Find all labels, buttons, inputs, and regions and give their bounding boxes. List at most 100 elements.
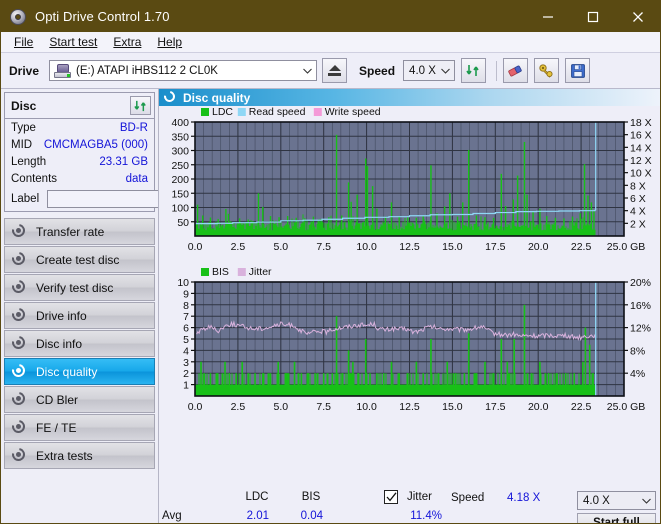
toolbar: Drive (E:) ATAPI iHBS112 2 CL0K Speed 4.… (1, 53, 660, 89)
disc-row-contents-key: Contents (11, 172, 58, 185)
svg-text:Jitter: Jitter (407, 491, 432, 503)
svg-text:2.01: 2.01 (247, 510, 269, 522)
svg-text:BIS: BIS (212, 266, 229, 278)
bis-chart: 1 2 3 4 5 6 7 8 9 10 4% 8% 12% 16% 20% 0.0 2.5 5.0 7.5 10.0… (159, 266, 660, 426)
svg-text:4.18 X: 4.18 X (507, 492, 541, 504)
title-bar: Opti Drive Control 1.70 (1, 1, 660, 32)
svg-text:10.0: 10.0 (356, 401, 377, 413)
sidebar-item-extra-tests[interactable]: Extra tests (4, 442, 155, 469)
svg-text:7.5: 7.5 (316, 241, 331, 253)
start-full-button[interactable]: Start full (577, 513, 656, 523)
svg-text:12.5: 12.5 (399, 401, 420, 413)
svg-text:5: 5 (183, 334, 189, 346)
content-header: Disc quality (159, 88, 660, 106)
sidebar-item-create-test-disc[interactable]: Create test disc (4, 246, 155, 273)
toolbar-separator (496, 60, 498, 81)
disc-icon (9, 389, 28, 408)
refresh-icon (466, 65, 479, 76)
menu-start-test[interactable]: Start test (42, 34, 106, 51)
nav-list: Transfer rate Create test disc Verify te… (3, 218, 156, 469)
svg-text:20.0: 20.0 (528, 401, 549, 413)
menu-help[interactable]: Help (150, 34, 191, 51)
svg-text:18 X: 18 X (630, 117, 652, 129)
menu-extra-label: Extra (113, 34, 142, 49)
sidebar-item-disc-quality[interactable]: Disc quality (4, 358, 155, 385)
speed-select[interactable]: 4.0 X (403, 60, 456, 81)
svg-text:Speed: Speed (451, 492, 484, 504)
svg-text:4%: 4% (630, 368, 645, 380)
tools-icon (539, 64, 553, 78)
svg-text:Jitter: Jitter (249, 266, 272, 278)
disc-panel: Disc Type BD-R MID CMCMAGBA5 (000) Lengt… (4, 92, 218, 212)
svg-text:15.0: 15.0 (442, 401, 463, 413)
svg-text:7.5: 7.5 (316, 401, 331, 413)
svg-text:0.04: 0.04 (301, 510, 324, 522)
sidebar-item-label: Disc info (36, 336, 83, 351)
sidebar-item-cd-bler[interactable]: CD Bler (4, 386, 155, 413)
disc-row-length: Length 23.31 GB (5, 153, 154, 170)
save-button[interactable] (565, 58, 591, 83)
jitter-checkbox[interactable] (384, 490, 398, 504)
sidebar-item-verify-test-disc[interactable]: Verify test disc (4, 274, 155, 301)
stats-speed-select[interactable]: 4.0 X (577, 491, 656, 510)
svg-text:8%: 8% (630, 345, 645, 357)
disc-row-mid-value: CMCMAGBA5 (000) (43, 138, 148, 151)
svg-text:25.0 GB: 25.0 GB (607, 401, 646, 413)
chevron-down-icon (638, 492, 655, 509)
svg-text:0.0: 0.0 (188, 241, 203, 253)
disc-icon (9, 8, 27, 26)
sidebar-item-label: CD Bler (36, 392, 79, 407)
svg-text:12%: 12% (630, 323, 651, 335)
drive-select-value: (E:) ATAPI iHBS112 2 CL0K (76, 64, 218, 77)
svg-text:BIS: BIS (302, 491, 321, 503)
eject-button[interactable] (322, 58, 348, 83)
sidebar-item-label: FE / TE (36, 420, 77, 435)
svg-text:5.0: 5.0 (273, 241, 288, 253)
speed-select-value: 4.0 X (409, 64, 436, 77)
sidebar-item-fe-te[interactable]: FE / TE (4, 414, 155, 441)
svg-text:Read speed: Read speed (249, 106, 306, 118)
disc-panel-title: Disc (11, 98, 37, 113)
disc-refresh-button[interactable] (130, 96, 151, 115)
save-icon (570, 63, 585, 78)
menu-file[interactable]: File (7, 34, 42, 51)
erase-button[interactable] (503, 58, 529, 83)
sidebar-item-disc-info[interactable]: Disc info (4, 330, 155, 357)
svg-text:0.0: 0.0 (188, 401, 203, 413)
svg-text:2: 2 (183, 368, 189, 380)
svg-text:12 X: 12 X (630, 155, 652, 167)
sidebar-item-label: Verify test disc (36, 280, 114, 295)
svg-text:16 X: 16 X (630, 130, 652, 142)
tools-button[interactable] (534, 58, 560, 83)
svg-text:2 X: 2 X (630, 218, 646, 230)
drive-icon (54, 63, 72, 78)
svg-text:17.5: 17.5 (485, 401, 506, 413)
svg-text:6 X: 6 X (630, 193, 646, 205)
close-icon[interactable] (615, 1, 660, 32)
svg-text:2.5: 2.5 (231, 241, 246, 253)
sidebar-item-label: Create test disc (36, 252, 120, 267)
page-title: Disc quality (183, 90, 251, 105)
svg-text:8 X: 8 X (630, 180, 646, 192)
drive-select[interactable]: (E:) ATAPI iHBS112 2 CL0K (49, 60, 318, 81)
svg-text:4 X: 4 X (630, 206, 646, 218)
svg-text:14 X: 14 X (630, 142, 652, 154)
svg-text:22.5: 22.5 (571, 401, 592, 413)
sidebar-item-drive-info[interactable]: Drive info (4, 302, 155, 329)
disc-icon (9, 221, 28, 240)
refresh-button[interactable] (461, 58, 487, 83)
svg-text:9: 9 (183, 288, 189, 300)
menu-file-label: File (14, 34, 34, 49)
svg-text:16%: 16% (630, 300, 651, 312)
svg-text:4: 4 (183, 345, 189, 357)
svg-text:20%: 20% (630, 277, 651, 289)
sidebar-item-transfer-rate[interactable]: Transfer rate (4, 218, 155, 245)
maximize-icon[interactable] (570, 1, 615, 32)
menu-extra[interactable]: Extra (106, 34, 150, 51)
bis-chart-svg: 12345678910 4% 8% 12% 16% 20% 0.0 2.5 5.0 7.5 10.0… (177, 266, 651, 413)
disc-row-length-key: Length (11, 155, 47, 168)
minimize-icon[interactable] (525, 1, 570, 32)
ldc-chart-svg: 501001502002503003504002 X4 X6 X8 X10 X1… (171, 106, 652, 253)
svg-text:12.5: 12.5 (399, 241, 420, 253)
svg-text:3: 3 (183, 357, 189, 369)
